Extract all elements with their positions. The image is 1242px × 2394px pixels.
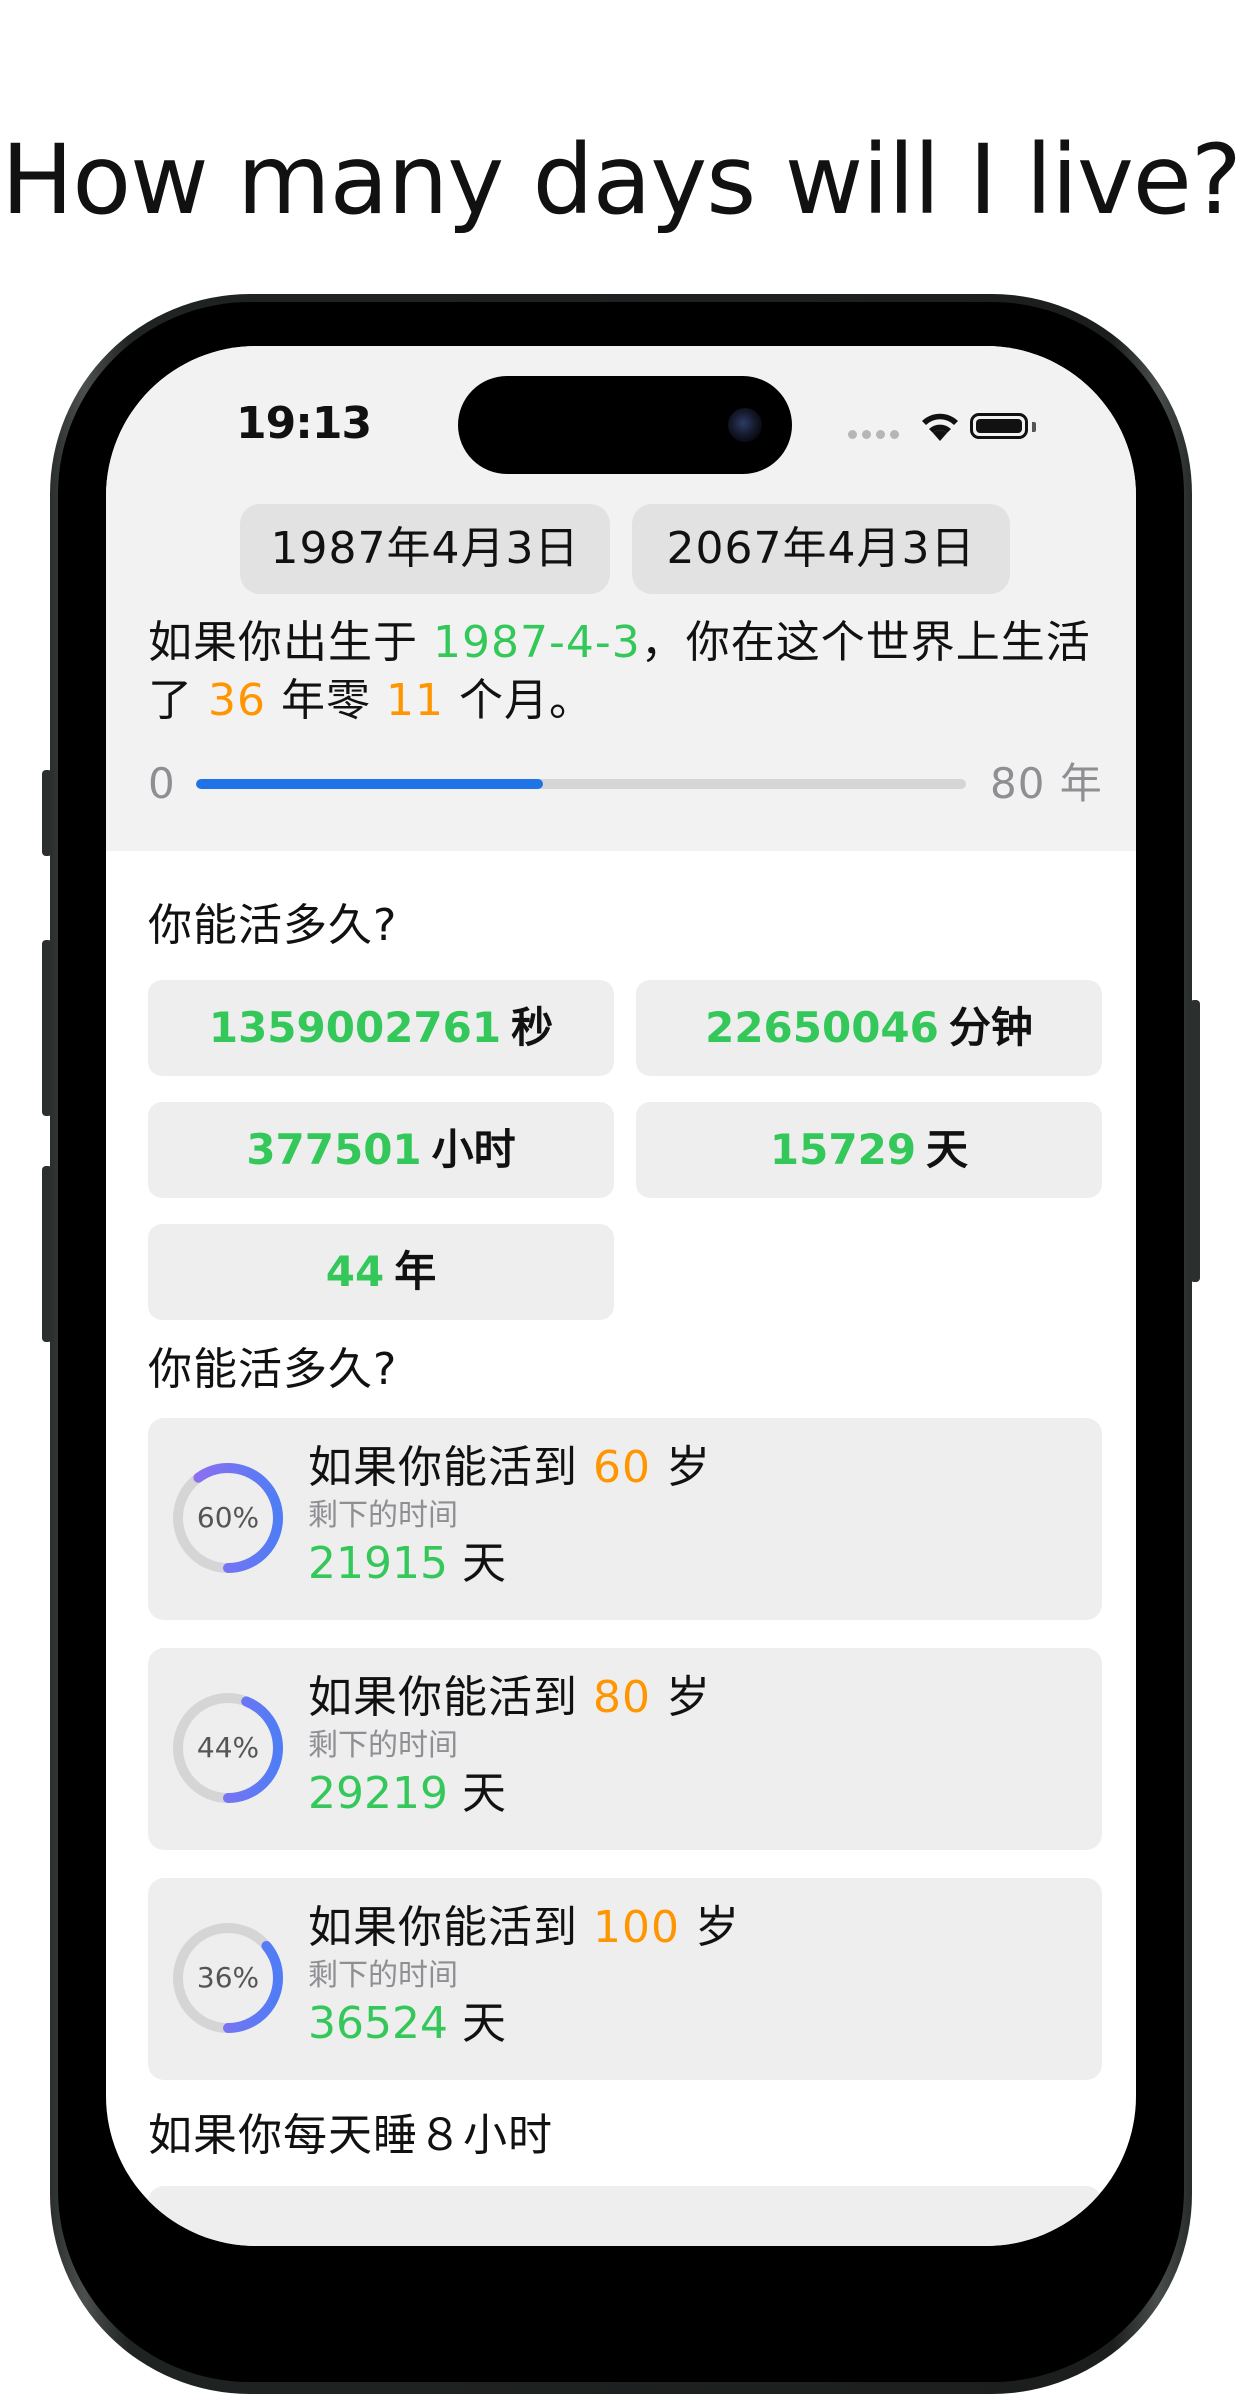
section-title-remaining: 你能活多久?	[148, 1344, 398, 1395]
life-progress-bar	[196, 779, 966, 789]
section-title-lifespan: 你能活多久?	[148, 900, 398, 951]
remaining-days: 21915 天	[308, 1536, 506, 1592]
action-button	[42, 770, 52, 856]
target-age: 60	[593, 1442, 651, 1493]
life-progress-fill	[196, 779, 543, 789]
section-title-sleep: 如果你每天睡８小时	[148, 2110, 553, 2161]
target-age: 80	[593, 1672, 651, 1723]
stat-value: 22650046	[705, 1003, 939, 1052]
stat-card-days: 15729 天	[636, 1102, 1102, 1198]
headline: How many days will I live?	[1, 124, 1242, 236]
battery-icon	[970, 413, 1028, 439]
stat-unit: 秒	[511, 1003, 554, 1052]
title-prefix: 如果你能活到	[308, 1442, 593, 1493]
percent-label: 44%	[196, 1731, 260, 1764]
days-value: 29219	[308, 1768, 448, 1819]
summary-months: 11	[385, 675, 444, 726]
life-card-title: 如果你能活到 80 岁	[308, 1670, 711, 1726]
camera-lens-icon	[728, 408, 762, 442]
title-prefix: 如果你能活到	[308, 1672, 593, 1723]
life-card-80: 44% 如果你能活到 80 岁 剩下的时间 29219 天	[148, 1648, 1102, 1850]
progress-end-label: 80 年	[990, 759, 1103, 808]
title-prefix: 如果你能活到	[308, 1902, 593, 1953]
remaining-time-label: 剩下的时间	[308, 1498, 458, 1533]
sleep-card	[148, 2186, 1102, 2246]
days-value: 21915	[308, 1538, 448, 1589]
life-card-title: 如果你能活到 60 岁	[308, 1440, 711, 1496]
remaining-time-label: 剩下的时间	[308, 1728, 458, 1763]
progress-start-label: 0	[148, 759, 175, 808]
life-card-100: 36% 如果你能活到 100 岁 剩下的时间 36524 天	[148, 1878, 1102, 2080]
stat-card-years: 44 年	[148, 1224, 614, 1320]
title-suffix: 岁	[651, 1672, 711, 1723]
power-button	[1190, 1000, 1200, 1282]
remaining-days: 29219 天	[308, 1766, 506, 1822]
days-unit: 天	[447, 1768, 506, 1819]
end-date-picker[interactable]: 2067年4月3日	[632, 504, 1010, 594]
volume-up-button	[42, 940, 52, 1116]
summary-years: 36	[208, 675, 266, 726]
volume-down-button	[42, 1166, 52, 1342]
life-card-60: 60% 如果你能活到 60 岁 剩下的时间 21915 天	[148, 1418, 1102, 1620]
remaining-time-label: 剩下的时间	[308, 1958, 458, 1993]
percent-label: 36%	[196, 1961, 260, 1994]
stat-unit: 年	[394, 1247, 437, 1296]
stat-card-seconds: 1359002761 秒	[148, 980, 614, 1076]
stat-value: 377501	[246, 1125, 422, 1174]
stat-unit: 小时	[431, 1125, 516, 1174]
percent-label: 60%	[196, 1501, 260, 1534]
app-screen: 19:13 1987年4月3日 2067年4月3日 如果你出生于 1987-4-…	[106, 346, 1136, 2246]
life-card-title: 如果你能活到 100 岁	[308, 1900, 740, 1956]
stat-unit: 天	[926, 1125, 969, 1174]
status-icons	[848, 408, 1068, 448]
summary-birth-date: 1987-4-3	[433, 617, 641, 668]
birth-date-picker[interactable]: 1987年4月3日	[240, 504, 610, 594]
stat-card-hours: 377501 小时	[148, 1102, 614, 1198]
stat-unit: 分钟	[948, 1003, 1033, 1052]
status-time: 19:13	[236, 398, 372, 449]
stat-card-minutes: 22650046 分钟	[636, 980, 1102, 1076]
stat-value: 44	[325, 1247, 385, 1296]
days-unit: 天	[447, 1998, 506, 2049]
title-suffix: 岁	[679, 1902, 740, 1953]
wifi-icon	[922, 413, 958, 441]
life-summary: 如果你出生于 1987-4-3，你在这个世界上生活了 36 年零 11 个月。	[148, 614, 1108, 730]
title-suffix: 岁	[651, 1442, 711, 1493]
target-age: 100	[593, 1902, 680, 1953]
remaining-days: 36524 天	[308, 1996, 506, 2052]
stat-value: 1359002761	[208, 1003, 502, 1052]
summary-years-suffix: 年零	[266, 675, 386, 726]
summary-prefix: 如果你出生于	[148, 617, 433, 668]
dynamic-island	[458, 376, 792, 474]
days-unit: 天	[447, 1538, 506, 1589]
summary-months-suffix: 个月。	[443, 675, 594, 726]
stat-value: 15729	[769, 1125, 917, 1174]
days-value: 36524	[308, 1998, 448, 2049]
battery-cap	[1032, 422, 1036, 432]
